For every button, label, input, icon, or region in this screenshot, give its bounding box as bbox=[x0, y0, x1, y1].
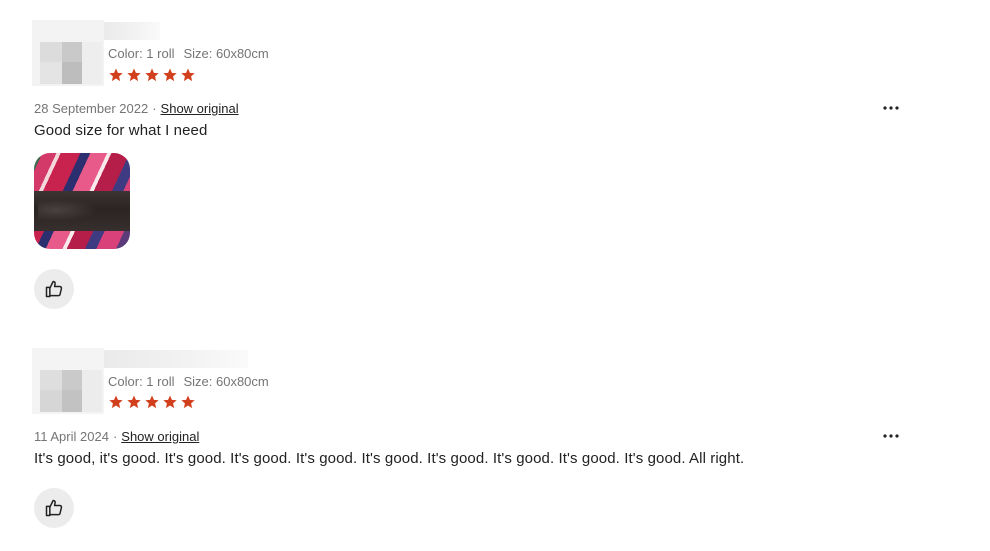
review-item: Color: 1 roll Size: 60x80cm 11 April 2024… bbox=[0, 0, 990, 551]
star-icon bbox=[127, 395, 141, 409]
reviewer-name-blurred bbox=[104, 350, 248, 368]
star-rating bbox=[108, 394, 196, 410]
review-date: 11 April 2024 bbox=[34, 429, 109, 444]
star-icon bbox=[145, 395, 159, 409]
show-original-link[interactable]: Show original bbox=[121, 429, 199, 444]
sku-info: Color: 1 roll Size: 60x80cm bbox=[108, 374, 269, 389]
review-text: It's good, it's good. It's good. It's go… bbox=[34, 450, 745, 467]
star-icon bbox=[181, 395, 195, 409]
more-horizontal-icon bbox=[883, 434, 899, 438]
sku-color: Color: 1 roll bbox=[108, 374, 175, 389]
like-button[interactable] bbox=[34, 488, 74, 528]
review-date-line: 11 April 2024 · Show original bbox=[34, 429, 199, 444]
thumbs-up-icon bbox=[45, 499, 63, 517]
star-icon bbox=[163, 395, 177, 409]
sku-size: Size: 60x80cm bbox=[183, 374, 269, 389]
more-options-button[interactable] bbox=[879, 428, 903, 444]
reviewer-avatar bbox=[32, 348, 104, 414]
star-icon bbox=[109, 395, 123, 409]
separator: · bbox=[112, 429, 118, 444]
